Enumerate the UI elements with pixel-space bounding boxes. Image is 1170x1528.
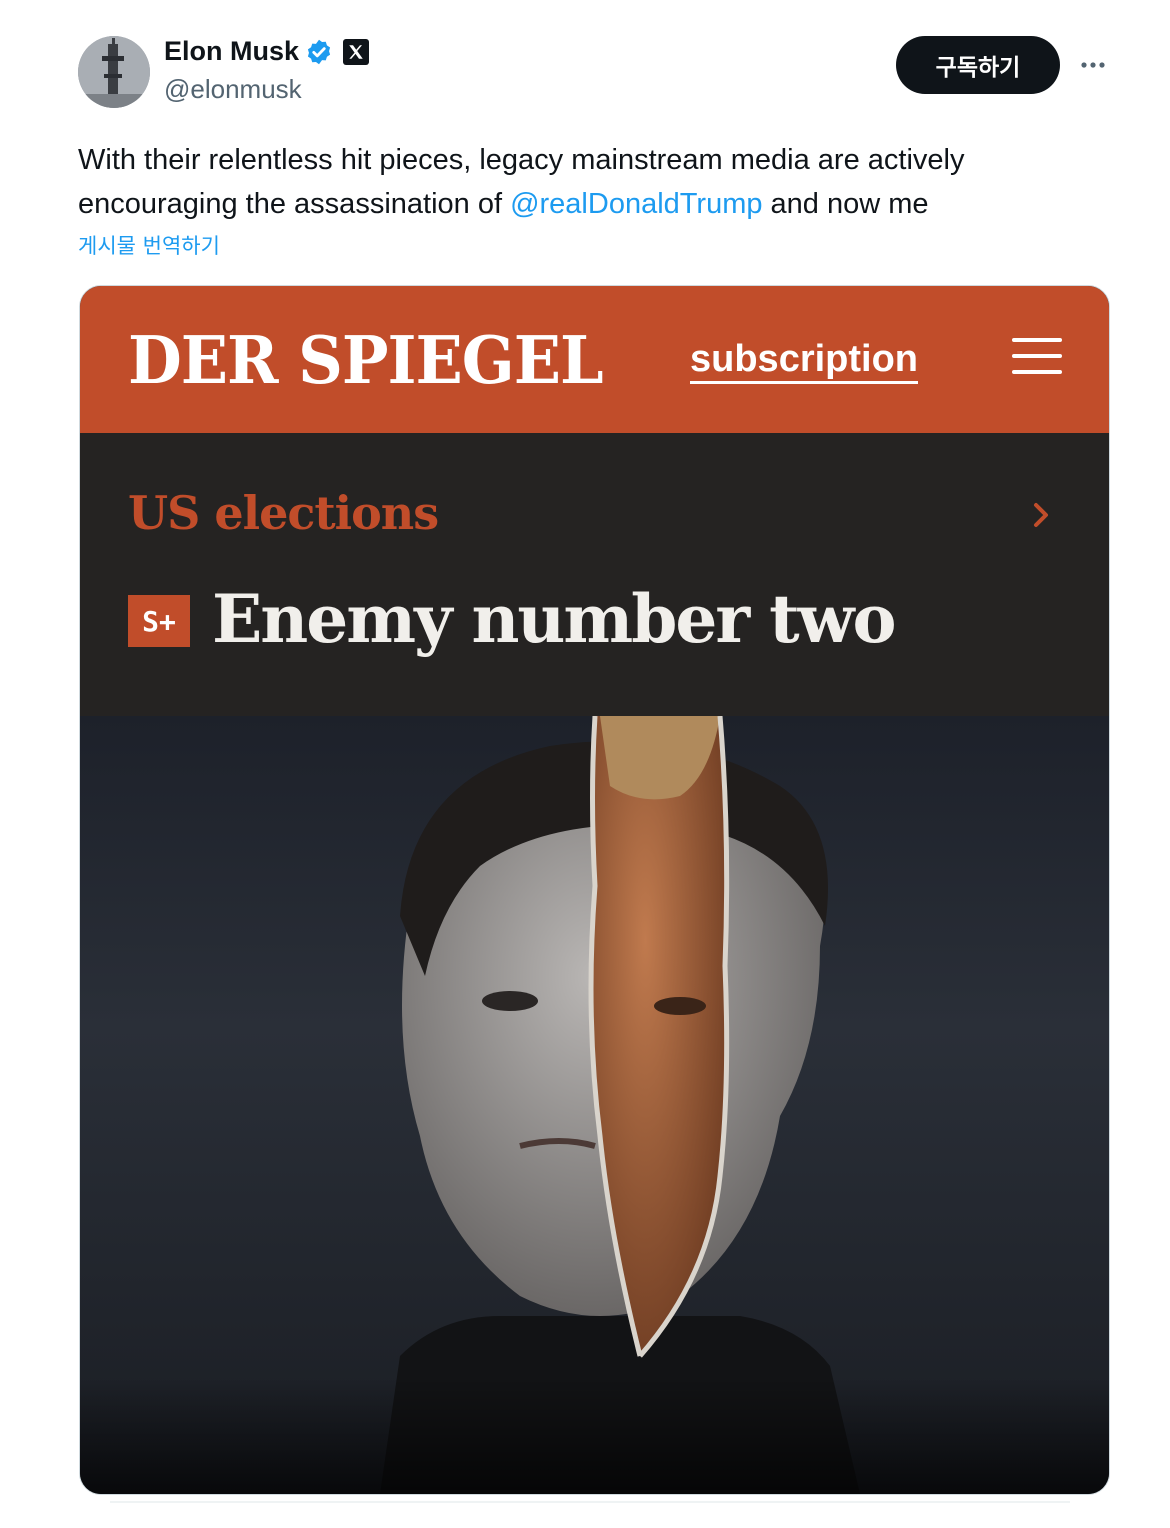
section-label: US elections xyxy=(128,486,439,540)
subscription-link: subscription xyxy=(690,338,919,384)
article-headline: Enemy number two xyxy=(212,580,896,658)
more-icon[interactable] xyxy=(1076,48,1110,82)
divider xyxy=(110,1501,1070,1503)
spiegel-header-bar: DER SPIEGEL subscription xyxy=(80,286,1109,433)
article-photo xyxy=(80,716,1109,1494)
mention-link[interactable]: @realDonaldTrump xyxy=(510,188,762,220)
spiegel-plus-badge: S+ xyxy=(128,595,190,647)
author-name[interactable]: Elon Musk xyxy=(164,36,299,67)
tweet-text: With their relentless hit pieces, legacy… xyxy=(78,138,1088,226)
spiegel-logo: DER SPIEGEL xyxy=(128,322,604,399)
subscribe-button[interactable]: 구독하기 xyxy=(896,36,1060,94)
avatar[interactable] xyxy=(78,36,150,108)
translate-post-link[interactable]: 게시물 번역하기 xyxy=(78,230,220,260)
avatar-image xyxy=(78,36,150,108)
author-handle[interactable]: @elonmusk xyxy=(164,74,302,105)
tweet-media[interactable]: DER SPIEGEL subscription US elections S+… xyxy=(79,285,1110,1495)
hamburger-menu-icon xyxy=(1012,338,1062,378)
author-name-row: Elon Musk xyxy=(164,36,370,67)
spiegel-title-area xyxy=(80,433,1109,716)
chevron-right-icon xyxy=(1034,503,1048,527)
tweet-text-end: and now me xyxy=(762,188,929,220)
x-logo-icon[interactable] xyxy=(343,38,370,65)
tweet-header: Elon Musk @elonmusk 구독하기 xyxy=(78,34,1170,110)
verified-badge-icon[interactable] xyxy=(305,38,333,66)
